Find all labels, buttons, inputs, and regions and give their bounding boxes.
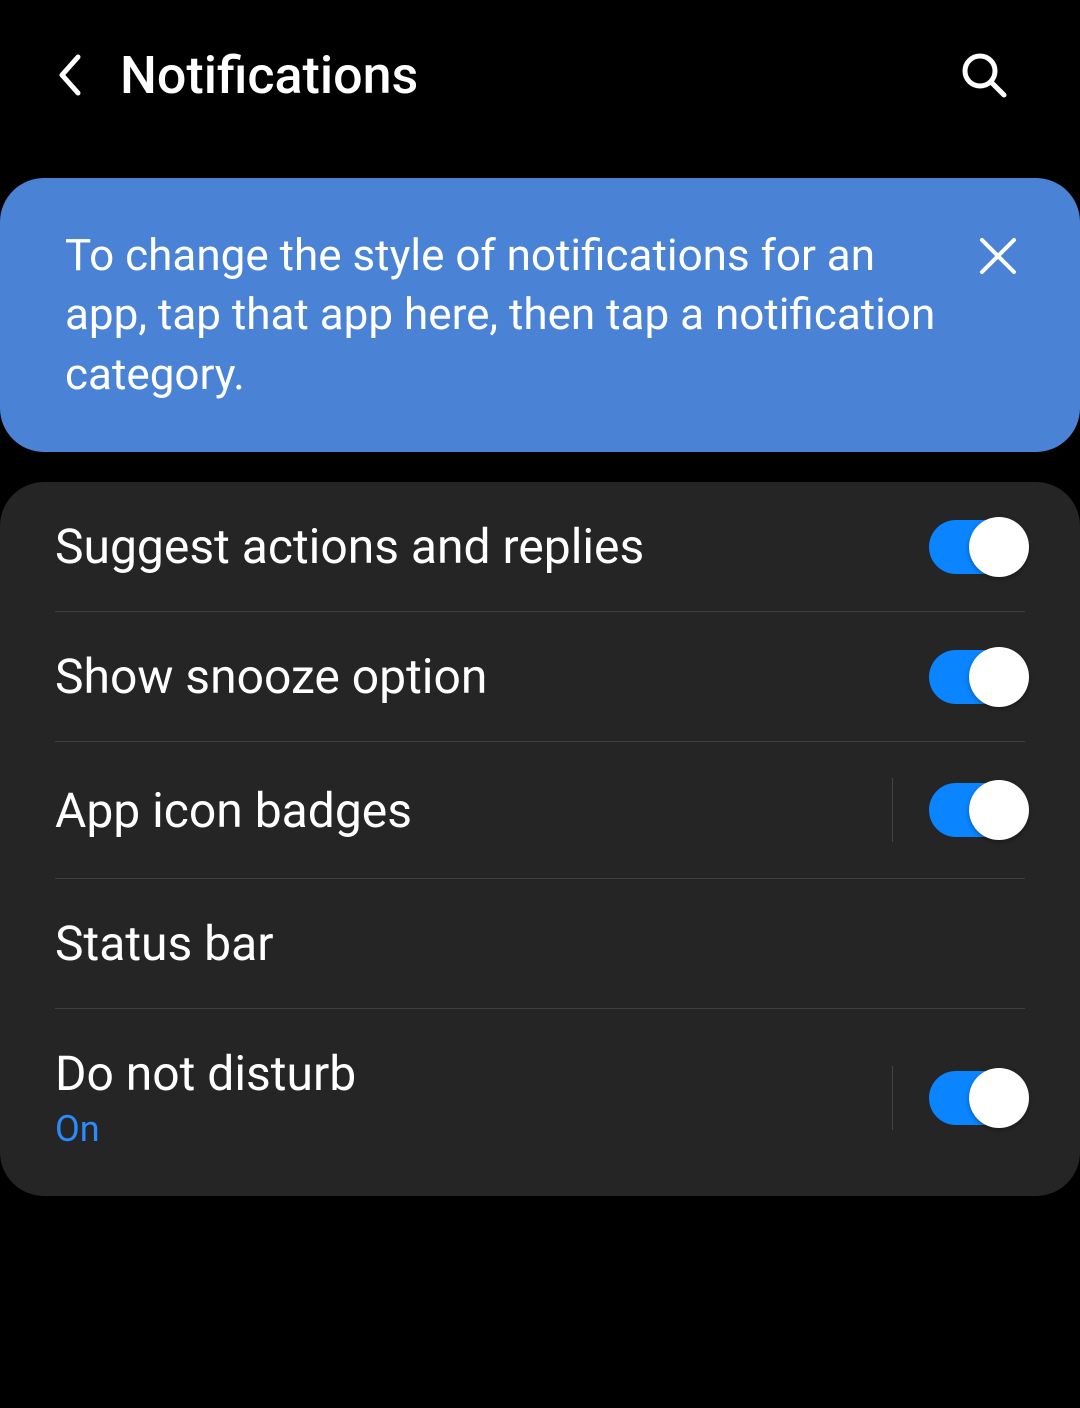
row-label: Show snooze option (55, 648, 929, 705)
page-title: Notifications (120, 45, 958, 106)
vertical-divider (892, 1066, 893, 1130)
row-suggest-actions[interactable]: Suggest actions and replies (55, 482, 1025, 612)
search-icon[interactable] (958, 49, 1010, 101)
vertical-divider (892, 778, 893, 842)
info-banner: To change the style of notifications for… (0, 178, 1080, 452)
row-status: On (55, 1108, 892, 1150)
row-label: App icon badges (55, 782, 892, 839)
row-text: Suggest actions and replies (55, 518, 929, 575)
toggle-show-snooze[interactable] (929, 650, 1025, 704)
close-icon[interactable] (976, 234, 1020, 278)
row-right (929, 520, 1025, 574)
back-icon[interactable] (50, 55, 90, 95)
row-label: Status bar (55, 915, 1025, 972)
row-right (929, 650, 1025, 704)
info-banner-text: To change the style of notifications for… (65, 226, 936, 404)
row-show-snooze[interactable]: Show snooze option (55, 612, 1025, 742)
row-text: App icon badges (55, 782, 892, 839)
row-do-not-disturb[interactable]: Do not disturb On (55, 1009, 1025, 1196)
settings-card: Suggest actions and replies Show snooze … (0, 482, 1080, 1196)
row-right (892, 778, 1025, 842)
toggle-app-icon-badges[interactable] (929, 783, 1025, 837)
header: Notifications (0, 0, 1080, 150)
row-text: Status bar (55, 915, 1025, 972)
row-app-icon-badges[interactable]: App icon badges (55, 742, 1025, 879)
row-status-bar[interactable]: Status bar (55, 879, 1025, 1009)
row-text: Show snooze option (55, 648, 929, 705)
row-text: Do not disturb On (55, 1045, 892, 1150)
row-label: Do not disturb (55, 1045, 892, 1102)
row-label: Suggest actions and replies (55, 518, 929, 575)
row-right (892, 1066, 1025, 1130)
toggle-do-not-disturb[interactable] (929, 1071, 1025, 1125)
toggle-suggest-actions[interactable] (929, 520, 1025, 574)
